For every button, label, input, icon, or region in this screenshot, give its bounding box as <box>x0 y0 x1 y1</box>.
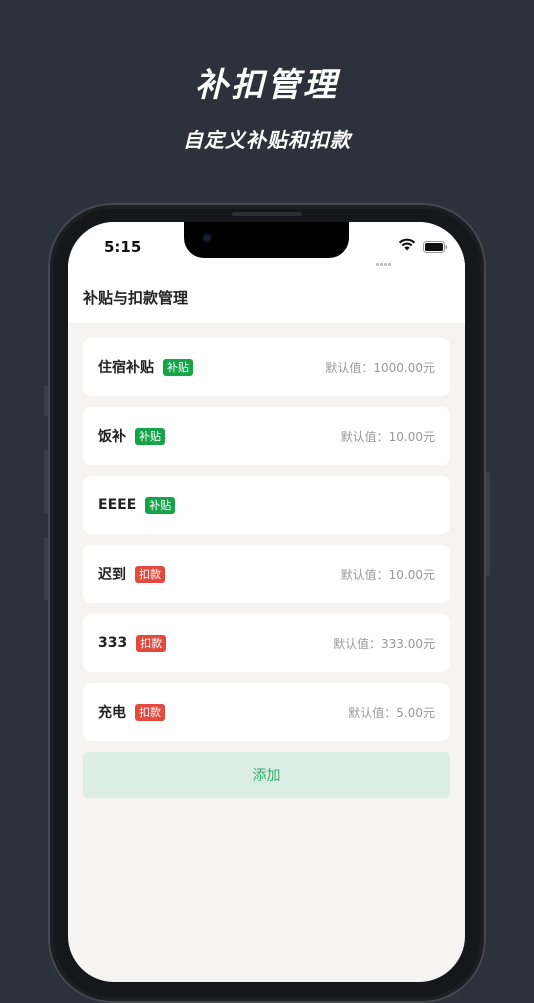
default-value: 默认值：333.00元 <box>333 636 435 651</box>
item-list: 住宿补贴 补贴 默认值：1000.00元 饭补 补贴 默认值：10.00元 EE… <box>83 338 450 798</box>
wifi-icon <box>398 238 416 251</box>
battery-icon <box>423 241 448 253</box>
list-item[interactable]: EEEE 补贴 <box>83 476 450 534</box>
phone-screen: 5:15 补贴与扣款管理 住宿补贴 补贴 默认值：1000.00元 饭补 补贴 … <box>68 222 465 982</box>
type-badge: 扣款 <box>135 703 165 721</box>
camera <box>202 233 212 243</box>
default-value: 默认值：1000.00元 <box>325 360 435 375</box>
default-value: 默认值：10.00元 <box>340 567 435 582</box>
item-name: EEEE <box>98 497 137 513</box>
type-badge: 补贴 <box>145 496 176 514</box>
list-item[interactable]: 住宿补贴 补贴 默认值：1000.00元 <box>83 338 450 396</box>
item-name: 充电 <box>98 705 126 721</box>
list-item[interactable]: 充电 扣款 默认值：5.00元 <box>83 683 450 741</box>
item-name: 饭补 <box>98 429 126 445</box>
power-button <box>486 472 490 576</box>
type-badge: 扣款 <box>136 634 167 652</box>
type-badge: 补贴 <box>135 427 165 445</box>
item-name: 333 <box>98 635 128 651</box>
speaker-grille <box>232 212 302 216</box>
promo-subtitle: 自定义补贴和扣款 <box>183 128 351 152</box>
notch <box>184 222 349 258</box>
type-badge: 补贴 <box>163 358 193 376</box>
type-badge: 扣款 <box>135 565 165 583</box>
page-title: 补贴与扣款管理 <box>83 289 189 307</box>
item-name: 迟到 <box>98 567 126 583</box>
default-value: 默认值：10.00元 <box>340 429 435 444</box>
list-item[interactable]: 333 扣款 默认值：333.00元 <box>83 614 450 672</box>
promo-title: 补扣管理 <box>195 65 339 104</box>
status-time: 5:15 <box>104 238 142 256</box>
signal-icon <box>376 251 394 266</box>
item-name: 住宿补贴 <box>98 360 154 376</box>
list-item[interactable]: 迟到 扣款 默认值：10.00元 <box>83 545 450 603</box>
nav-bar: 补贴与扣款管理 <box>68 270 465 323</box>
default-value: 默认值：5.00元 <box>348 705 435 720</box>
add-button[interactable]: 添加 <box>83 752 450 798</box>
list-item[interactable]: 饭补 补贴 默认值：10.00元 <box>83 407 450 465</box>
